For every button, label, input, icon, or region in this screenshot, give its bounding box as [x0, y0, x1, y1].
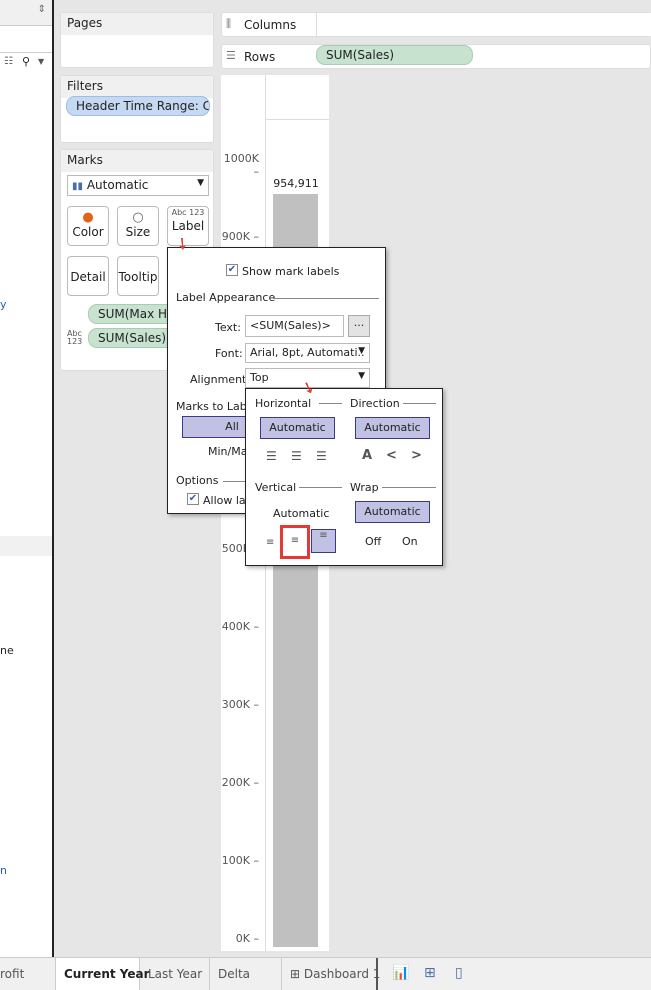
abc-123-icon: Abc 123	[67, 329, 83, 346]
rows-pill[interactable]: SUM(Sales)	[316, 45, 473, 65]
mark-type-value: Automatic	[86, 178, 149, 192]
font-label: Font:	[215, 347, 243, 360]
edit-text-button[interactable]: ...	[348, 315, 370, 337]
allow-labels-checkbox[interactable]: ✔	[187, 493, 199, 505]
vertical-automatic-option[interactable]: Automatic	[273, 507, 329, 520]
tooltip-label: Tooltip	[118, 270, 158, 284]
tab-current-year[interactable]: Current Year	[56, 958, 150, 990]
color-icon: ●	[82, 210, 94, 225]
y-tick-label: 100K –	[221, 854, 259, 867]
show-labels-checkbox[interactable]: ✔	[226, 264, 238, 276]
columns-shelf[interactable]: ⫼ Columns	[221, 12, 651, 37]
options-heading: Options	[176, 474, 219, 487]
rows-icon: ☰	[226, 49, 236, 62]
rows-label: Rows	[244, 50, 276, 64]
color-label: Color	[72, 225, 104, 239]
tab-dashboard-1[interactable]: ⊞ Dashboard 1	[282, 958, 381, 990]
tooltip-button[interactable]: Tooltip	[117, 256, 159, 296]
wrap-heading: Wrap	[350, 481, 379, 494]
color-button[interactable]: ● Color	[67, 206, 109, 246]
bar-chart-icon: ▮▮	[72, 181, 84, 192]
tab-delta[interactable]: Delta	[210, 958, 282, 990]
align-right-icon[interactable]: ☰	[316, 449, 327, 463]
abc-123-icon: Abc 123	[171, 208, 205, 217]
font-value: Arial, 8pt, Automati..	[250, 346, 365, 359]
columns-label: Columns	[244, 18, 297, 32]
field-fragment[interactable]: ne	[0, 644, 14, 657]
new-dashboard-icon[interactable]: ⊞	[424, 965, 436, 981]
pages-title: Pages	[61, 13, 213, 35]
text-label: Text:	[215, 321, 241, 334]
list-view-icon[interactable]: ☷	[4, 56, 13, 67]
label-label: Label	[171, 219, 205, 233]
pages-shelf[interactable]: Pages	[60, 12, 214, 68]
section-divider	[0, 536, 52, 556]
chevron-down-icon[interactable]: ▼	[38, 57, 44, 66]
wrap-automatic-button[interactable]: Automatic	[355, 501, 430, 523]
vertical-heading: Vertical	[255, 481, 297, 494]
alignment-label: Alignment:	[190, 373, 251, 386]
new-story-icon[interactable]: ▯	[455, 965, 463, 981]
y-tick-label: 0K –	[235, 932, 259, 945]
show-labels-label: Show mark labels	[242, 265, 340, 278]
filters-title: Filters	[61, 76, 213, 98]
field-fragment[interactable]: n	[0, 864, 7, 877]
sort-icon[interactable]: ⇕	[38, 4, 46, 15]
filter-pill[interactable]: Header Time Range: C..	[66, 96, 210, 116]
chevron-down-icon: ▼	[358, 371, 365, 381]
direction-horizontal-icon[interactable]: A	[362, 448, 372, 463]
direction-heading: Direction	[350, 397, 400, 410]
tab-last-year[interactable]: Last Year	[140, 958, 210, 990]
new-worksheet-icon[interactable]: 📊	[392, 965, 409, 981]
direction-down-icon[interactable]: >	[411, 448, 422, 463]
y-tick-label: 200K –	[221, 776, 259, 789]
dashboard-icon: ⊞	[290, 967, 304, 981]
tab-profit[interactable]: rofit	[0, 958, 56, 990]
columns-icon: ⫼	[226, 17, 232, 30]
detail-label: Detail	[70, 270, 106, 284]
field-fragment[interactable]: y	[0, 298, 7, 311]
data-label: 954,911	[273, 177, 319, 191]
data-pane: ⇕ ☷ ⚲ ▼ y ne n	[0, 0, 54, 958]
detail-button[interactable]: Detail	[67, 256, 109, 296]
y-tick-label: 400K –	[221, 620, 259, 633]
y-tick-label: 900K –	[221, 230, 259, 243]
font-dropdown[interactable]: Arial, 8pt, Automati.. ▼	[245, 343, 370, 363]
horizontal-automatic-button[interactable]: Automatic	[260, 417, 335, 439]
align-bottom-icon[interactable]: ≡	[266, 537, 274, 548]
size-label: Size	[125, 225, 151, 239]
direction-up-icon[interactable]: <	[386, 448, 397, 463]
align-top-icon[interactable]: ≡	[311, 529, 336, 553]
horizontal-heading: Horizontal	[255, 397, 312, 410]
wrap-off-option[interactable]: Off	[365, 535, 381, 548]
y-tick-label: 300K –	[221, 698, 259, 711]
pane-header: ⇕	[0, 0, 52, 26]
chevron-down-icon: ▼	[197, 178, 204, 188]
align-middle-icon[interactable]: ≡	[280, 525, 310, 559]
tab-label: Dashboard 1	[303, 967, 381, 981]
wrap-on-option[interactable]: On	[402, 535, 418, 548]
size-icon: ○	[132, 210, 144, 225]
text-field[interactable]: <SUM(Sales)>	[245, 315, 344, 337]
search-icon[interactable]: ⚲	[22, 55, 30, 68]
marks-title: Marks	[61, 150, 213, 172]
mark-type-dropdown[interactable]: ▮▮ Automatic ▼	[67, 175, 209, 196]
appearance-heading: Label Appearance	[176, 291, 276, 304]
align-center-icon[interactable]: ☰	[291, 449, 302, 463]
align-left-icon[interactable]: ☰	[266, 449, 277, 463]
size-button[interactable]: ○ Size	[117, 206, 159, 246]
alignment-value: Top	[250, 371, 269, 384]
chevron-down-icon: ▼	[358, 346, 365, 356]
direction-automatic-button[interactable]: Automatic	[355, 417, 430, 439]
alignment-popup: Horizontal Direction Automatic Automatic…	[245, 388, 443, 566]
pane-toolbar: ☷ ⚲ ▼	[0, 52, 52, 74]
y-tick-label: 1000K –	[223, 152, 259, 178]
